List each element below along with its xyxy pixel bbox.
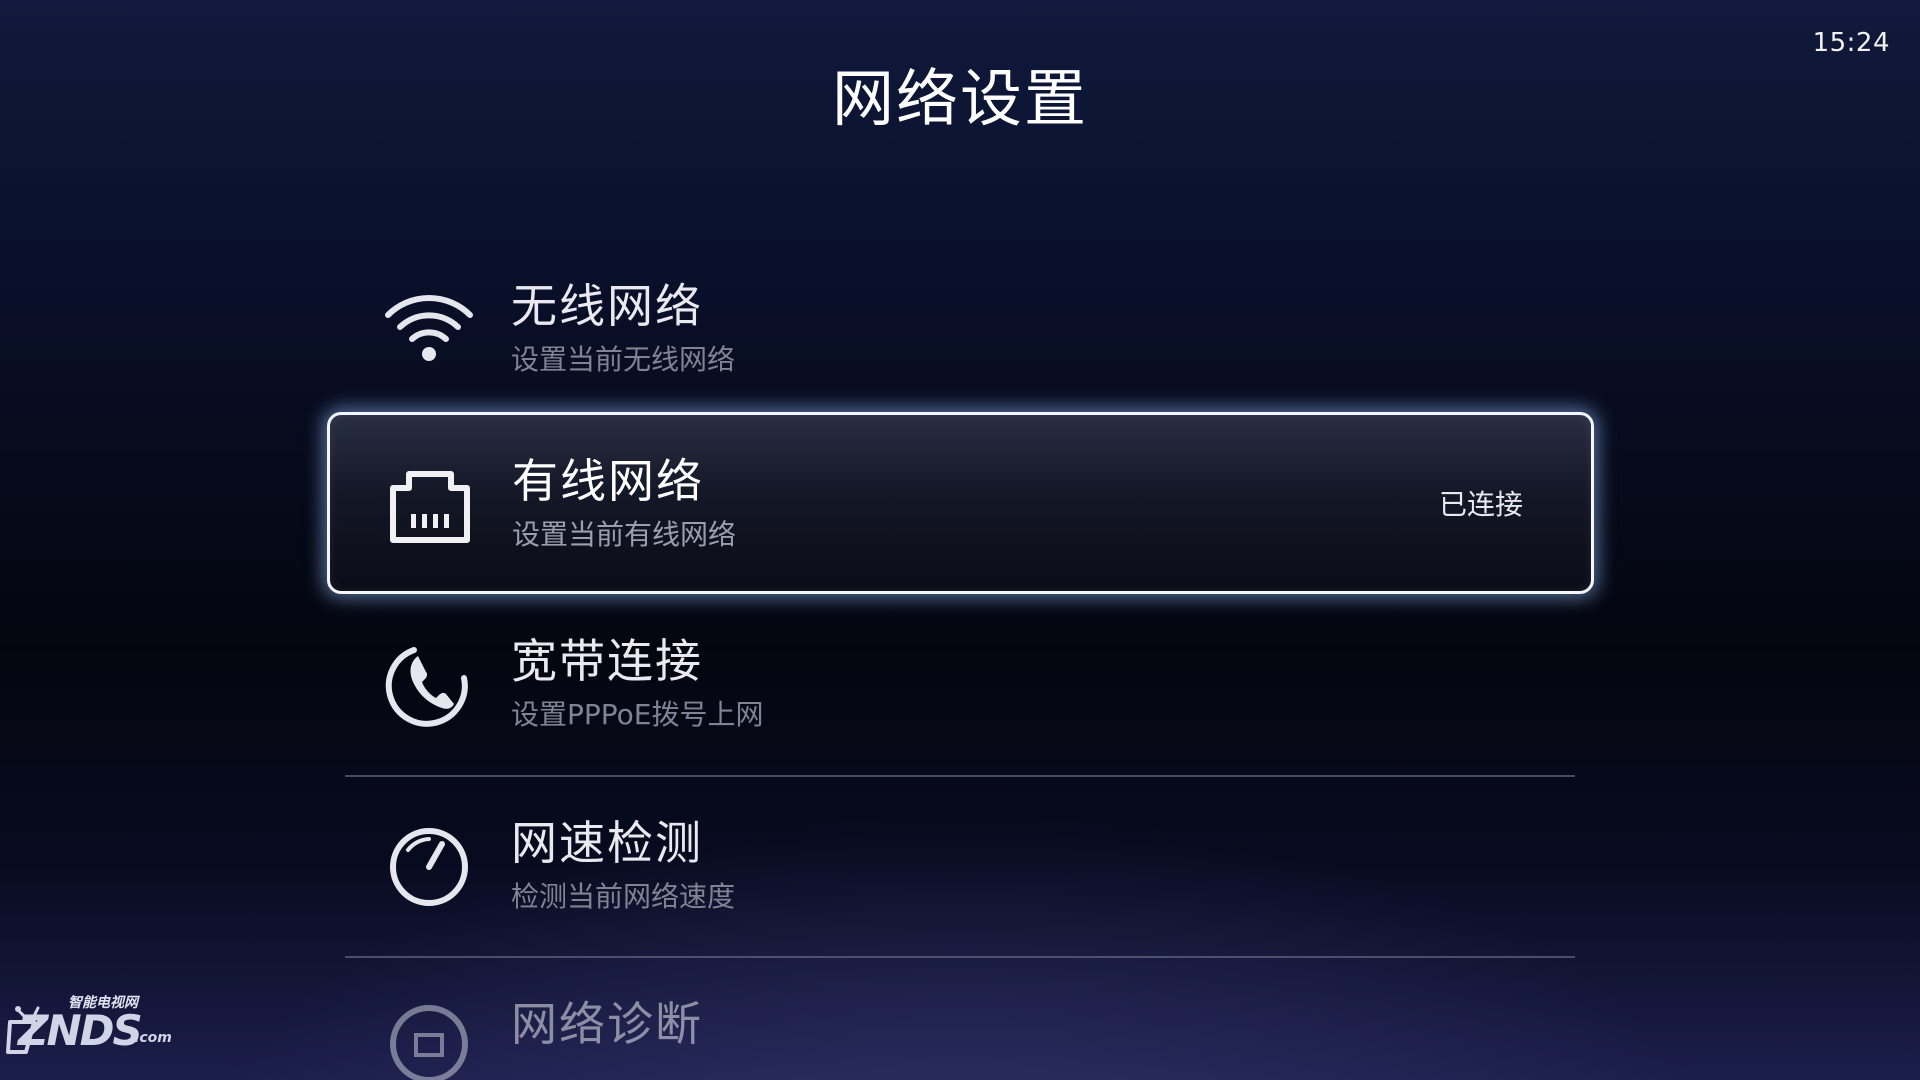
phone-dial-icon [377, 631, 481, 735]
connection-status: 已连接 [1438, 488, 1523, 521]
menu-item-description: 检测当前网络速度 [511, 880, 736, 913]
menu-item-wired[interactable]: 有线网络 设置当前有线网络 已连接 [327, 412, 1594, 594]
znds-watermark-logo: 智能电视网 ZNDS .com [4, 988, 174, 1058]
diagnosis-icon [377, 990, 481, 1080]
menu-item-label: 无线网络 [511, 279, 703, 333]
ethernet-port-icon [378, 451, 482, 555]
menu-item-speed-test[interactable]: 网速检测 检测当前网络速度 [345, 785, 1575, 945]
menu-item-label: 宽带连接 [511, 634, 703, 688]
menu-item-diagnosis[interactable]: 网络诊断 [345, 970, 1575, 1080]
menu-item-description: 设置当前有线网络 [512, 518, 737, 551]
divider [345, 956, 1575, 958]
menu-item-label: 有线网络 [512, 454, 704, 508]
wifi-icon [377, 276, 481, 380]
menu-item-label: 网速检测 [511, 816, 703, 870]
menu-item-description: 设置当前无线网络 [511, 343, 736, 376]
menu-item-label: 网络诊断 [511, 997, 703, 1051]
speedometer-icon [377, 813, 481, 917]
watermark-brand: ZNDS [18, 1006, 143, 1055]
menu-item-description: 设置PPPoE拨号上网 [511, 698, 764, 731]
menu-item-broadband[interactable]: 宽带连接 设置PPPoE拨号上网 [345, 603, 1575, 763]
menu-item-wireless[interactable]: 无线网络 设置当前无线网络 [345, 248, 1575, 408]
watermark-suffix: .com [134, 1030, 172, 1046]
divider [345, 775, 1575, 777]
network-settings-menu: 无线网络 设置当前无线网络 有线网络 设置当前有线网络 已连接 宽带连接 设置P… [0, 0, 1920, 1080]
